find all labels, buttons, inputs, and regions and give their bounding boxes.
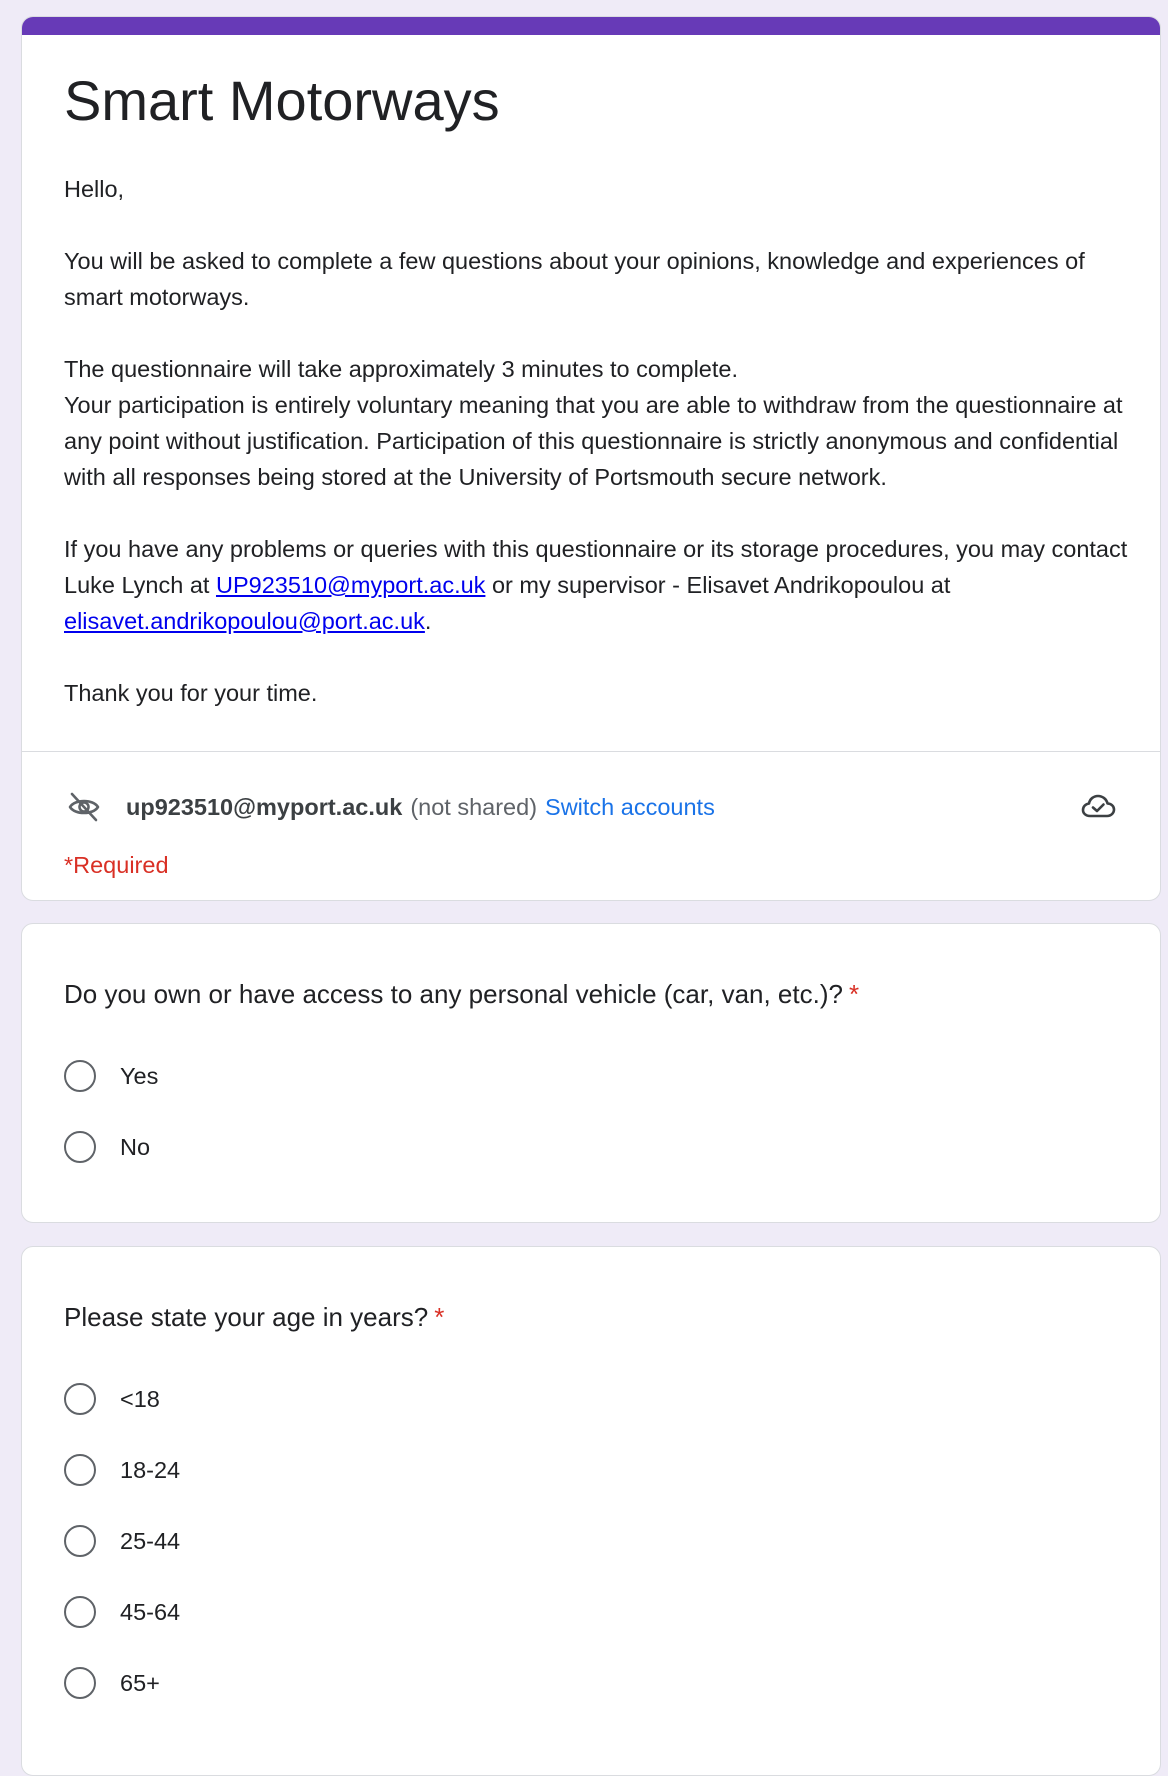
question-text: Please state your age in years? [64, 1302, 429, 1332]
radio-group: Yes No [64, 1054, 158, 1196]
option-label: 18-24 [120, 1456, 181, 1483]
radio-button[interactable] [64, 1525, 96, 1557]
description-contact: If you have any problems or queries with… [64, 531, 1134, 639]
option-label: <18 [120, 1385, 160, 1412]
account-email: up923510@myport.ac.uk [126, 793, 403, 820]
required-note: *Required [64, 852, 169, 878]
question-text: Do you own or have access to any persona… [64, 979, 843, 1009]
option-label: 25-44 [120, 1527, 181, 1554]
description-duration: The questionnaire will take approximatel… [64, 356, 739, 382]
contact-email-link-2[interactable]: elisavet.andrikopoulou@port.ac.uk [64, 608, 425, 634]
question-card-age: Please state your age in years? * <18 18-… [21, 1246, 1161, 1776]
radio-button[interactable] [64, 1454, 96, 1486]
radio-button[interactable] [64, 1383, 96, 1415]
radio-button[interactable] [64, 1667, 96, 1699]
question-card-vehicle: Do you own or have access to any persona… [21, 923, 1161, 1223]
radio-button[interactable] [64, 1596, 96, 1628]
form-description: Hello, You will be asked to complete a f… [64, 171, 1134, 711]
contact-text-3: . [424, 608, 432, 634]
question-title: Do you own or have access to any persona… [64, 979, 859, 1010]
option-label: Yes [120, 1062, 159, 1089]
radio-option-18-24[interactable]: 18-24 [64, 1448, 180, 1492]
contact-email-link-1[interactable]: UP923510@myport.ac.uk [216, 572, 485, 598]
question-title: Please state your age in years? * [64, 1302, 444, 1333]
description-thanks: Thank you for your time. [64, 680, 318, 706]
description-intro: You will be asked to complete a few ques… [64, 248, 1085, 310]
account-row: up923510@myport.ac.uk (not shared) Switc… [64, 787, 1118, 827]
option-label: 45-64 [120, 1598, 181, 1625]
form-header-card: Smart Motorways Hello, You will be asked… [21, 16, 1161, 901]
radio-group: <18 18-24 25-44 45-64 65+ [64, 1377, 180, 1732]
radio-option-65-plus[interactable]: 65+ [64, 1661, 180, 1705]
radio-option-no[interactable]: No [64, 1125, 158, 1169]
option-label: No [120, 1133, 151, 1160]
switch-accounts-link[interactable]: Switch accounts [545, 794, 715, 821]
required-asterisk: * [434, 1302, 445, 1332]
description-greeting: Hello, [64, 176, 125, 202]
option-label: 65+ [120, 1669, 160, 1696]
radio-option-25-44[interactable]: 25-44 [64, 1519, 180, 1563]
eye-off-icon [64, 787, 104, 827]
form-title: Smart Motorways [64, 69, 500, 132]
contact-text-2: or my supervisor - Elisavet Andrikopoulo… [485, 572, 951, 598]
cloud-check-icon [1078, 787, 1118, 827]
accent-bar [22, 17, 1160, 35]
not-shared-label: (not shared) [410, 793, 538, 820]
radio-option-under-18[interactable]: <18 [64, 1377, 180, 1421]
radio-option-yes[interactable]: Yes [64, 1054, 158, 1098]
radio-button[interactable] [64, 1060, 96, 1092]
header-divider [22, 751, 1160, 752]
description-participation: Your participation is entirely voluntary… [64, 392, 1123, 490]
radio-option-45-64[interactable]: 45-64 [64, 1590, 180, 1634]
required-asterisk: * [848, 979, 860, 1009]
radio-button[interactable] [64, 1131, 96, 1163]
